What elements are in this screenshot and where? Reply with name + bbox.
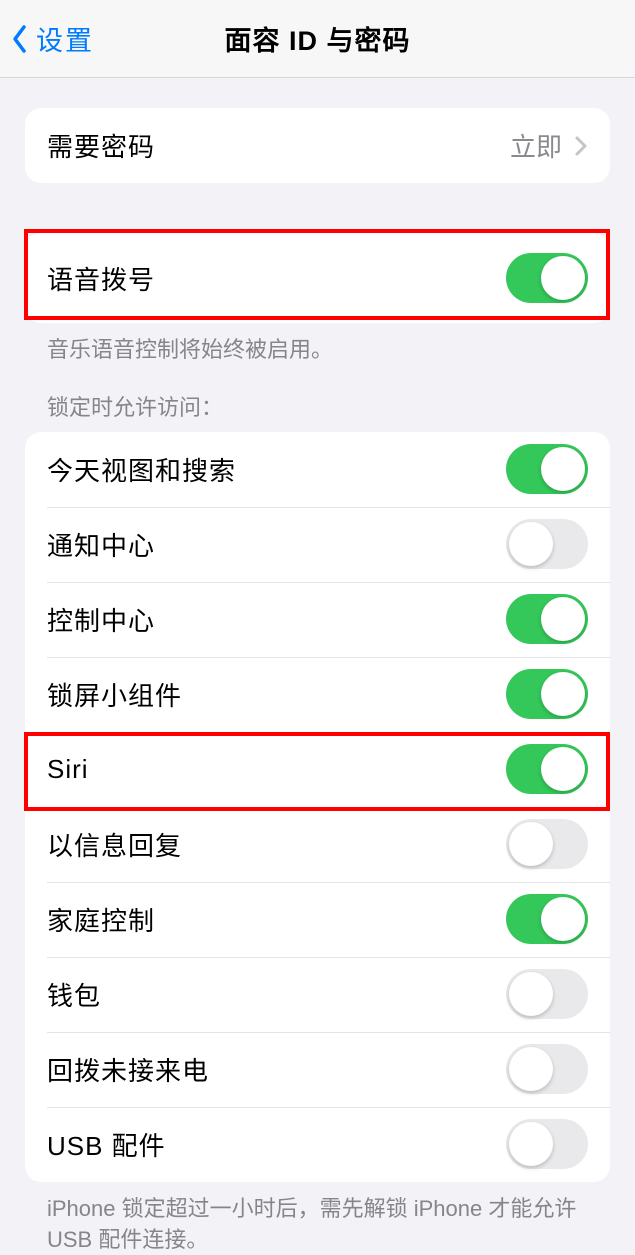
lock-access-label: 今天视图和搜索 xyxy=(47,451,236,488)
lock-access-toggle[interactable] xyxy=(506,819,588,869)
lock-access-toggle[interactable] xyxy=(506,444,588,494)
voice-dial-footer: 音乐语音控制将始终被启用。 xyxy=(25,323,610,366)
lock-access-toggle[interactable] xyxy=(506,669,588,719)
lock-access-row: 回拨未接来电 xyxy=(25,1032,610,1107)
lock-access-label: 以信息回复 xyxy=(47,826,182,863)
lock-access-label: 通知中心 xyxy=(47,526,155,563)
back-label: 设置 xyxy=(36,19,94,58)
lock-access-label: Siri xyxy=(47,754,89,785)
lock-access-toggle[interactable] xyxy=(506,594,588,644)
lock-access-row: Siri xyxy=(25,732,610,807)
voice-dial-toggle[interactable] xyxy=(506,253,588,303)
page-title: 面容 ID 与密码 xyxy=(224,19,410,58)
lock-access-label: 锁屏小组件 xyxy=(47,676,182,713)
lock-access-row: 今天视图和搜索 xyxy=(25,432,610,507)
require-passcode-label: 需要密码 xyxy=(47,127,155,164)
require-passcode-value: 立即 xyxy=(510,127,562,164)
back-button[interactable]: 设置 xyxy=(0,19,94,58)
voice-dial-row: 语音拨号 xyxy=(25,233,610,323)
lock-access-row: USB 配件 xyxy=(25,1107,610,1182)
lock-access-label: USB 配件 xyxy=(47,1126,166,1163)
require-passcode-row[interactable]: 需要密码 立即 xyxy=(25,108,610,183)
lock-access-group: 今天视图和搜索通知中心控制中心锁屏小组件 Siri 以信息回复家庭控制钱包回拨未接来… xyxy=(25,432,610,1182)
lock-access-toggle[interactable] xyxy=(506,1119,588,1169)
lock-access-toggle[interactable] xyxy=(506,519,588,569)
passcode-group: 需要密码 立即 xyxy=(25,108,610,183)
lock-access-toggle[interactable] xyxy=(506,1044,588,1094)
lock-access-row: 家庭控制 xyxy=(25,882,610,957)
nav-bar: 设置 面容 ID 与密码 xyxy=(0,0,635,78)
lock-access-row: 以信息回复 xyxy=(25,807,610,882)
lock-access-row: 锁屏小组件 xyxy=(25,657,610,732)
voice-dial-group: 语音拨号 xyxy=(25,233,610,323)
lock-access-label: 家庭控制 xyxy=(47,901,155,938)
lock-access-label: 回拨未接来电 xyxy=(47,1051,209,1088)
voice-dial-label: 语音拨号 xyxy=(47,260,155,297)
lock-access-label: 控制中心 xyxy=(47,601,155,638)
lock-access-toggle[interactable] xyxy=(506,894,588,944)
lock-access-header: 锁定时允许访问： xyxy=(25,366,610,432)
chevron-left-icon xyxy=(10,22,30,56)
lock-access-toggle[interactable] xyxy=(506,969,588,1019)
lock-access-footer: iPhone 锁定超过一小时后，需先解锁 iPhone 才能允许 USB 配件连… xyxy=(25,1182,610,1255)
lock-access-row: 通知中心 xyxy=(25,507,610,582)
chevron-right-icon xyxy=(574,135,588,157)
lock-access-row: 控制中心 xyxy=(25,582,610,657)
lock-access-row: 钱包 xyxy=(25,957,610,1032)
lock-access-toggle[interactable] xyxy=(506,744,588,794)
lock-access-label: 钱包 xyxy=(47,976,101,1013)
